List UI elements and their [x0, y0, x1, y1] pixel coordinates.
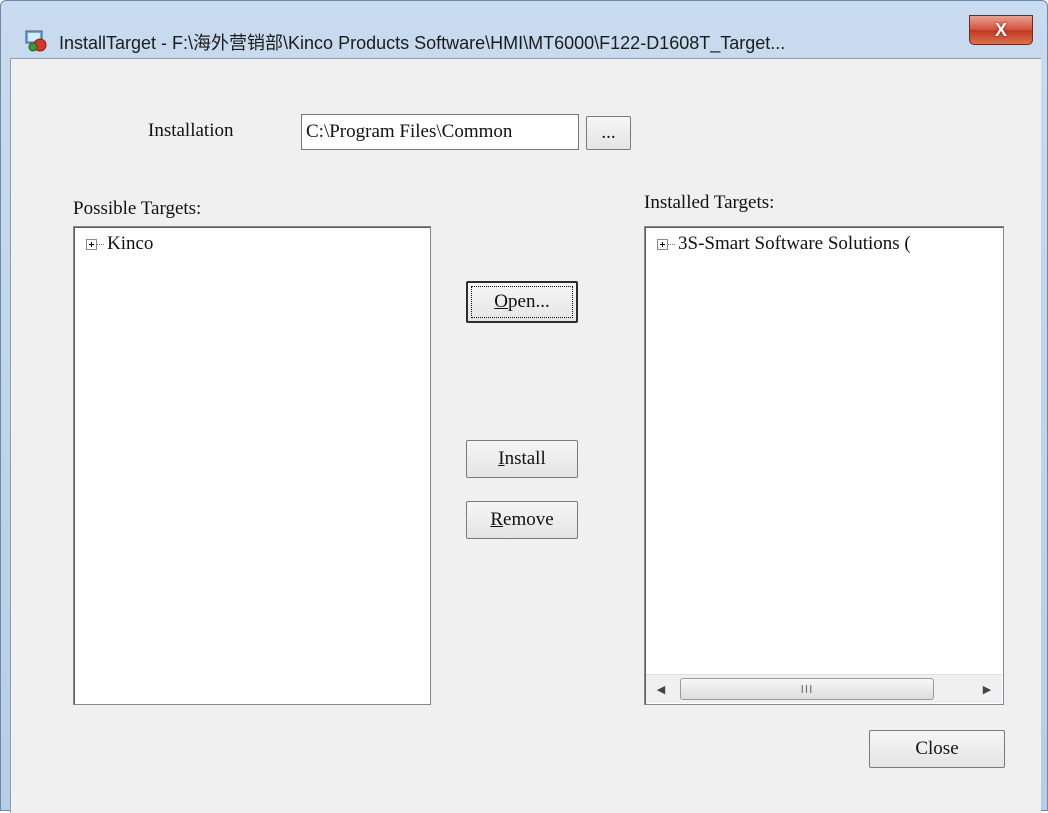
tree-item-label: Kinco [107, 233, 154, 254]
close-button-label: Close [915, 738, 959, 759]
plus-box-icon[interactable] [86, 238, 97, 250]
grip-icon: III [800, 682, 814, 696]
remove-button-label: Remove [490, 509, 554, 530]
installed-targets-label: Installed Targets: [644, 192, 775, 213]
title-bar[interactable]: InstallTarget - F:\海外营销部\Kinco Products … [1, 1, 1047, 57]
install-target-window: InstallTarget - F:\海外营销部\Kinco Products … [0, 0, 1048, 813]
installation-label: Installation [148, 120, 234, 141]
window-title: InstallTarget - F:\海外营销部\Kinco Products … [59, 33, 786, 53]
installation-path-input[interactable] [301, 114, 579, 150]
scroll-left-icon[interactable]: ◀ [648, 675, 674, 703]
browse-button[interactable]: ... [586, 116, 631, 150]
tree-connector [97, 243, 104, 245]
close-icon: X [994, 19, 1007, 40]
possible-targets-tree[interactable]: Kinco [73, 226, 431, 705]
remove-button[interactable]: Remove [466, 501, 578, 539]
installed-targets-tree[interactable]: 3S-Smart Software Solutions ( ◀ III ▶ [644, 226, 1004, 705]
dialog-body: Installation ... Possible Targets: Kinco… [10, 58, 1041, 813]
install-target-app-icon [25, 30, 47, 52]
tree-item-3s-smart-software[interactable]: 3S-Smart Software Solutions ( [657, 233, 911, 255]
tree-connector [668, 243, 675, 245]
window-close-button[interactable]: X [969, 15, 1033, 45]
plus-box-icon[interactable] [657, 238, 668, 250]
scroll-right-icon[interactable]: ▶ [974, 675, 1000, 703]
close-button[interactable]: Close [869, 730, 1005, 768]
horizontal-scrollbar[interactable]: ◀ III ▶ [646, 674, 1002, 703]
tree-item-kinco[interactable]: Kinco [86, 233, 153, 255]
scrollbar-thumb[interactable]: III [680, 678, 934, 700]
install-button[interactable]: Install [466, 440, 578, 478]
open-button-label: Open... [494, 291, 550, 312]
tree-item-label: 3S-Smart Software Solutions ( [678, 233, 911, 254]
browse-button-label: ... [601, 122, 616, 143]
possible-targets-label: Possible Targets: [73, 198, 202, 219]
install-button-label: Install [498, 448, 546, 469]
open-button[interactable]: Open... [466, 281, 578, 323]
